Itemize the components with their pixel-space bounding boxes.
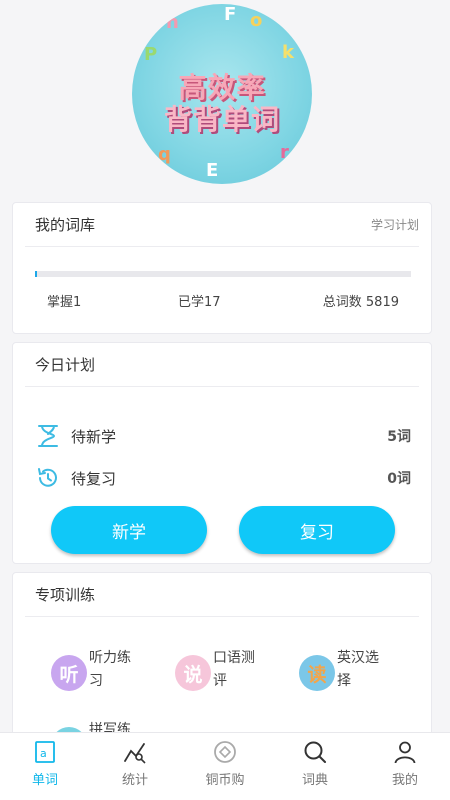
letter-decoration: q bbox=[158, 144, 171, 165]
learned-count: 已学17 bbox=[178, 295, 221, 310]
review-words-row: 待复习 0词 bbox=[35, 465, 411, 491]
hero-title-line2: 背背单词 bbox=[163, 103, 280, 136]
review-words-label: 待复习 bbox=[71, 469, 117, 488]
speaking-label: 口语测评 bbox=[213, 650, 255, 689]
en-cn-choice-label: 英汉选择 bbox=[337, 650, 379, 689]
new-words-count: 5词 bbox=[387, 429, 411, 445]
letter-decoration: o bbox=[250, 10, 263, 31]
total-word-count: 总词数 5819 bbox=[322, 295, 399, 310]
letter-decoration: r bbox=[280, 142, 289, 163]
word-icon: a bbox=[35, 741, 55, 763]
chart-icon bbox=[124, 743, 146, 764]
learn-new-button[interactable]: 新学 bbox=[51, 506, 207, 554]
my-library-card: 我的词库 学习计划 掌握1 已学17 总词数 5819 bbox=[12, 202, 432, 334]
tab-coin-shop-label: 铜币购 bbox=[205, 773, 245, 788]
tab-coin-shop[interactable]: 铜币购 bbox=[180, 733, 270, 800]
letter-decoration: n bbox=[166, 12, 179, 33]
reading-icon: 读 bbox=[299, 655, 335, 691]
review-words-count: 0词 bbox=[387, 471, 411, 487]
review-button[interactable]: 复习 bbox=[239, 506, 395, 554]
bottom-tab-bar: a 单词 统计 铜币购 词典 我的 bbox=[0, 732, 450, 800]
tab-words[interactable]: a 单词 bbox=[0, 733, 90, 800]
study-plan-link[interactable]: 学习计划 bbox=[371, 216, 419, 233]
history-clock-icon bbox=[38, 468, 57, 487]
new-words-label: 待新学 bbox=[71, 427, 117, 446]
speaking-icon: 说 bbox=[175, 655, 211, 691]
listening-label: 听力练习 bbox=[89, 650, 131, 689]
listening-icon: 听 bbox=[51, 655, 87, 691]
listening-practice-item[interactable]: 听 听力练习 bbox=[51, 647, 137, 693]
letter-decoration: P bbox=[144, 44, 158, 65]
mastered-count: 掌握1 bbox=[47, 295, 82, 310]
letter-decoration: E bbox=[206, 160, 219, 181]
today-plan-card: 今日计划 待新学 5词 待复习 0词 新学 复习 bbox=[12, 342, 432, 564]
tab-mine-label: 我的 bbox=[391, 773, 418, 788]
hero-banner-image: n F o P k q r E 高效率 背背单词 bbox=[132, 4, 312, 184]
en-cn-choice-item[interactable]: 读 英汉选择 bbox=[299, 647, 385, 693]
library-progress-fill bbox=[35, 271, 37, 277]
library-progress-bar bbox=[35, 271, 411, 277]
tab-words-label: 单词 bbox=[31, 773, 58, 788]
user-icon bbox=[394, 741, 416, 764]
letter-decoration: k bbox=[282, 42, 294, 63]
letter-decoration: F bbox=[224, 4, 237, 25]
hourglass-icon bbox=[38, 425, 58, 447]
coin-icon bbox=[214, 741, 236, 763]
search-icon bbox=[304, 741, 326, 763]
tab-stats[interactable]: 统计 bbox=[90, 733, 180, 800]
tab-stats-label: 统计 bbox=[121, 773, 148, 788]
tab-dictionary[interactable]: 词典 bbox=[270, 733, 360, 800]
new-words-row: 待新学 5词 bbox=[35, 423, 411, 449]
svg-text:a: a bbox=[40, 747, 47, 760]
training-title: 专项训练 bbox=[35, 586, 96, 604]
speaking-test-item[interactable]: 说 口语测评 bbox=[175, 647, 261, 693]
tab-mine[interactable]: 我的 bbox=[360, 733, 450, 800]
library-title: 我的词库 bbox=[35, 216, 96, 234]
plan-title: 今日计划 bbox=[35, 356, 96, 374]
tab-dictionary-label: 词典 bbox=[301, 773, 328, 788]
